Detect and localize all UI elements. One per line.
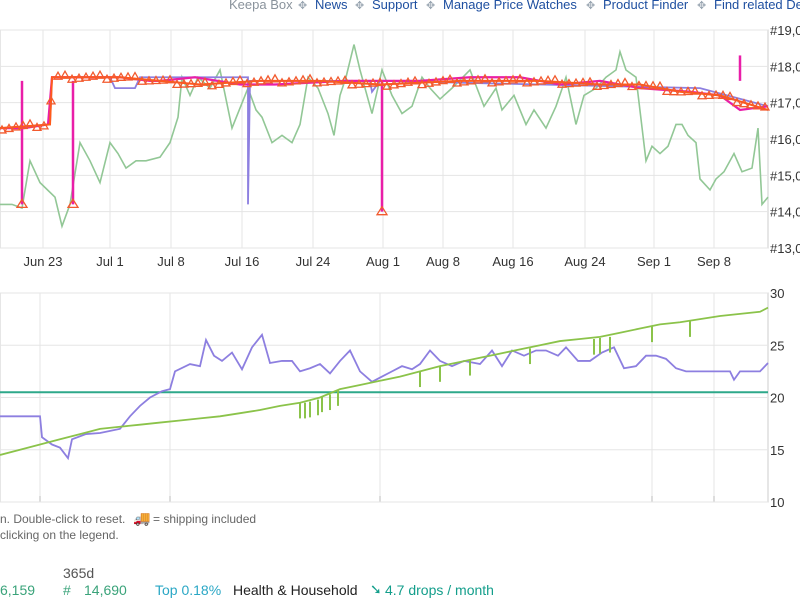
price-y-tick-label: 20 xyxy=(770,391,784,406)
x-tick-label: Jul 24 xyxy=(296,254,331,269)
stat-drops: 4.7 drops / month xyxy=(385,582,494,598)
x-tick-label: Jul 8 xyxy=(157,254,184,269)
reset-hint: n. Double-click to reset. xyxy=(0,512,126,526)
price-y-tick-label: 30 xyxy=(770,286,784,301)
x-tick-label: Aug 16 xyxy=(492,254,533,269)
rank-y-tick-label: #17,0 xyxy=(770,96,800,111)
keepa-charts[interactable]: Jun 23 Jul 1 Jul 8 Jul 16 Jul 24 Aug 1 Aug 8 Au… xyxy=(0,0,800,600)
rank-y-tick-label: #15,0 xyxy=(770,168,800,183)
legend-hint: clicking on the legend. xyxy=(0,528,119,542)
x-tick-label: Sep 1 xyxy=(637,254,671,269)
shipping-note: = shipping included xyxy=(153,512,257,526)
x-tick-label: Jun 23 xyxy=(23,254,62,269)
drops-arrow-icon: ➘ xyxy=(370,581,382,597)
x-tick-label: Sep 8 xyxy=(697,254,731,269)
rank-y-tick-label: #19,0 xyxy=(770,23,800,38)
price-y-tick-label: 15 xyxy=(770,443,784,458)
stat-rank-prefix: # xyxy=(63,582,71,598)
x-tick-label: Jul 1 xyxy=(96,254,123,269)
rank-y-tick-label: #18,0 xyxy=(770,59,800,74)
stat-category: Health & Household xyxy=(233,582,358,598)
x-tick-label: Aug 8 xyxy=(426,254,460,269)
stat-period: 365d xyxy=(63,565,95,581)
stat-rank-value: 14,690 xyxy=(84,582,127,598)
rank-y-tick-label: #13,0 xyxy=(770,241,800,256)
shipping-icon: 🚚 xyxy=(133,510,151,526)
x-tick-label: Aug 1 xyxy=(366,254,400,269)
price-y-tick-label: 10 xyxy=(770,495,784,510)
price-y-tick-label: 25 xyxy=(770,338,784,353)
stat-left-value: 6,159 xyxy=(0,582,36,598)
rank-y-tick-label: #16,0 xyxy=(770,132,800,147)
x-tick-label: Jul 16 xyxy=(225,254,260,269)
rank-y-tick-label: #14,0 xyxy=(770,205,800,220)
stat-top-percent: Top 0.18% xyxy=(155,582,222,598)
x-tick-label: Aug 24 xyxy=(564,254,605,269)
